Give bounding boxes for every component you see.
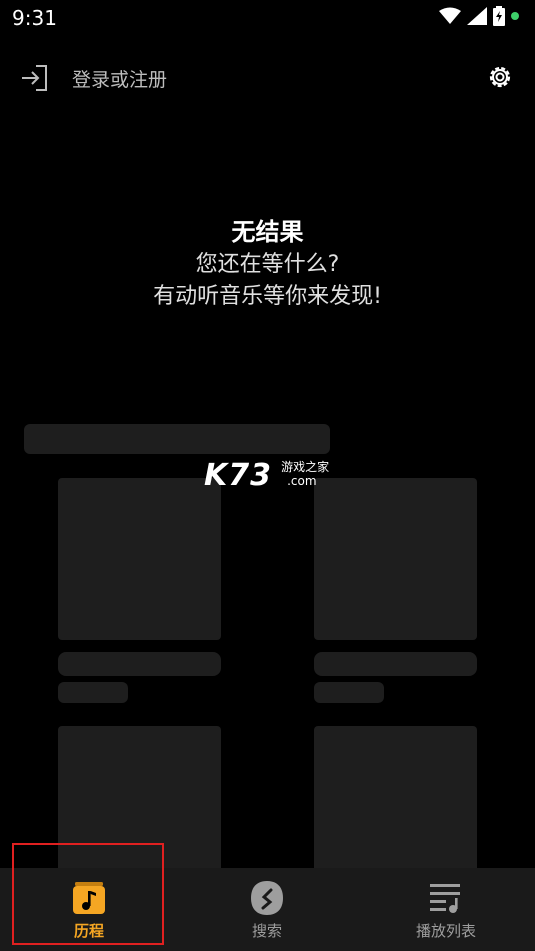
gear-icon[interactable] xyxy=(485,62,515,92)
watermark-domain: .com xyxy=(287,474,317,488)
wifi-icon xyxy=(439,7,461,24)
tab-playlist[interactable]: 播放列表 xyxy=(357,868,535,951)
watermark: K73 游戏之家 .com xyxy=(204,458,329,493)
skeleton-text-line xyxy=(314,682,384,703)
highlight-box xyxy=(12,843,164,945)
empty-message-line2: 有动听音乐等你来发现! xyxy=(153,284,382,309)
watermark-brand: K73 xyxy=(204,458,272,493)
login-icon[interactable] xyxy=(20,62,52,94)
skeleton-text-line xyxy=(314,652,477,676)
battery-icon xyxy=(493,6,505,26)
watermark-sub: 游戏之家 .com xyxy=(281,460,329,488)
skeleton-card xyxy=(314,478,477,640)
status-bar: 9:31 xyxy=(0,0,535,36)
empty-state: 无结果 您还在等什么? 有动听音乐等你来发现! xyxy=(0,215,535,313)
skeleton-section-title xyxy=(24,424,330,454)
skeleton-text-line xyxy=(58,682,128,703)
status-icons xyxy=(439,6,519,26)
skeleton-text-line xyxy=(58,652,221,676)
header: 登录或注册 xyxy=(0,56,535,100)
status-time: 9:31 xyxy=(12,6,57,30)
login-register-link[interactable]: 登录或注册 xyxy=(72,65,167,92)
empty-title: 无结果 xyxy=(231,218,304,246)
watermark-text: 游戏之家 xyxy=(281,460,330,474)
tab-search[interactable]: 搜索 xyxy=(178,868,356,951)
notification-dot xyxy=(511,12,519,20)
skeleton-card xyxy=(58,478,221,640)
skeleton-card xyxy=(314,726,477,868)
signal-icon xyxy=(467,7,487,25)
empty-message-line1: 您还在等什么? xyxy=(195,252,340,277)
shazam-s-icon xyxy=(251,881,283,915)
tab-search-label: 搜索 xyxy=(251,922,282,940)
tab-playlist-label: 播放列表 xyxy=(415,922,476,940)
playlist-icon xyxy=(430,884,460,913)
